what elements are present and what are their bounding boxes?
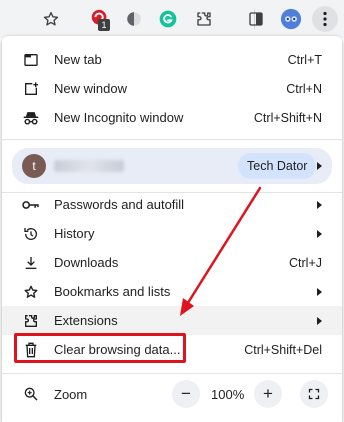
chevron-right-icon	[317, 229, 322, 238]
new-window-icon	[20, 78, 42, 100]
extension-badge-count: 1	[98, 19, 110, 31]
menu-item-extensions[interactable]: Extensions	[2, 306, 342, 335]
extension-badge-icon[interactable]: 1	[88, 7, 112, 31]
menu-item-shortcut: Ctrl+N	[286, 81, 322, 96]
menu-item-label: Downloads	[54, 255, 119, 270]
key-icon	[20, 194, 42, 216]
menu-item-label: New window	[54, 81, 127, 96]
menu-item-label: Extensions	[54, 313, 118, 328]
menu-item-bookmarks-and-lists[interactable]: Bookmarks and lists	[2, 277, 342, 306]
browser-toolbar: 1	[0, 0, 344, 38]
menu-item-label: Passwords and autofill	[54, 197, 185, 212]
fullscreen-button[interactable]	[300, 380, 328, 408]
star-outline-icon	[20, 281, 42, 303]
menu-divider	[2, 373, 342, 374]
menu-item-downloads[interactable]: Downloads Ctrl+J	[2, 248, 342, 277]
menu-item-label: New tab	[54, 52, 102, 67]
menu-item-shortcut: Ctrl+J	[289, 255, 322, 270]
zoom-row: Zoom − 100% +	[2, 379, 342, 409]
side-panel-icon[interactable]	[244, 7, 268, 31]
redacted-account-name	[54, 160, 124, 172]
menu-item-new-incognito-window[interactable]: New Incognito window Ctrl+Shift+N	[2, 103, 342, 132]
puzzle-icon[interactable]	[192, 7, 216, 31]
zoom-icon	[20, 383, 42, 405]
incognito-icon	[20, 107, 42, 129]
fullscreen-icon	[308, 388, 320, 400]
menu-item-label: History	[54, 226, 95, 241]
menu-item-label: New Incognito window	[54, 110, 184, 125]
download-icon	[20, 252, 42, 274]
menu-item-shortcut: Ctrl+Shift+N	[253, 110, 322, 125]
grammarly-icon[interactable]	[156, 7, 180, 31]
zoom-out-button[interactable]: −	[172, 380, 200, 408]
profile-name-chip: Tech Dator	[238, 153, 317, 179]
new-tab-icon	[20, 49, 42, 71]
kebab-menu-icon[interactable]	[312, 6, 338, 32]
trash-icon	[20, 339, 42, 361]
menu-item-shortcut: Ctrl+T	[287, 52, 322, 67]
zoom-label: Zoom	[54, 386, 88, 402]
menu-item-history[interactable]: History	[2, 219, 342, 248]
puzzle-icon	[20, 310, 42, 332]
chevron-right-icon	[317, 200, 322, 209]
menu-item-label: Bookmarks and lists	[54, 284, 171, 299]
chevron-right-icon	[317, 316, 322, 325]
menu-item-new-tab[interactable]: New tab Ctrl+T	[2, 45, 342, 74]
chevron-right-icon	[317, 162, 322, 170]
menu-divider	[2, 139, 342, 140]
menu-item-passwords-and-autofill[interactable]: Passwords and autofill	[2, 190, 342, 219]
menu-item-label: Clear browsing data...	[54, 342, 181, 357]
zoom-value: 100%	[211, 387, 245, 402]
chrome-main-menu: New tab Ctrl+T New window Ctrl+N New Inc…	[2, 36, 342, 422]
chevron-right-icon	[317, 287, 322, 296]
menu-item-new-window[interactable]: New window Ctrl+N	[2, 74, 342, 103]
menu-item-shortcut: Ctrl+Shift+Del	[244, 342, 322, 357]
menu-item-clear-browsing-data[interactable]: Clear browsing data... Ctrl+Shift+Del	[2, 335, 342, 364]
profile-row[interactable]: t Tech Dator	[12, 148, 332, 184]
extension-icon-2[interactable]	[122, 7, 146, 31]
zoom-in-button[interactable]: +	[254, 380, 282, 408]
avatar: t	[22, 154, 46, 178]
star-icon[interactable]	[39, 7, 63, 31]
history-icon	[20, 223, 42, 245]
profile-icon[interactable]	[279, 7, 303, 31]
